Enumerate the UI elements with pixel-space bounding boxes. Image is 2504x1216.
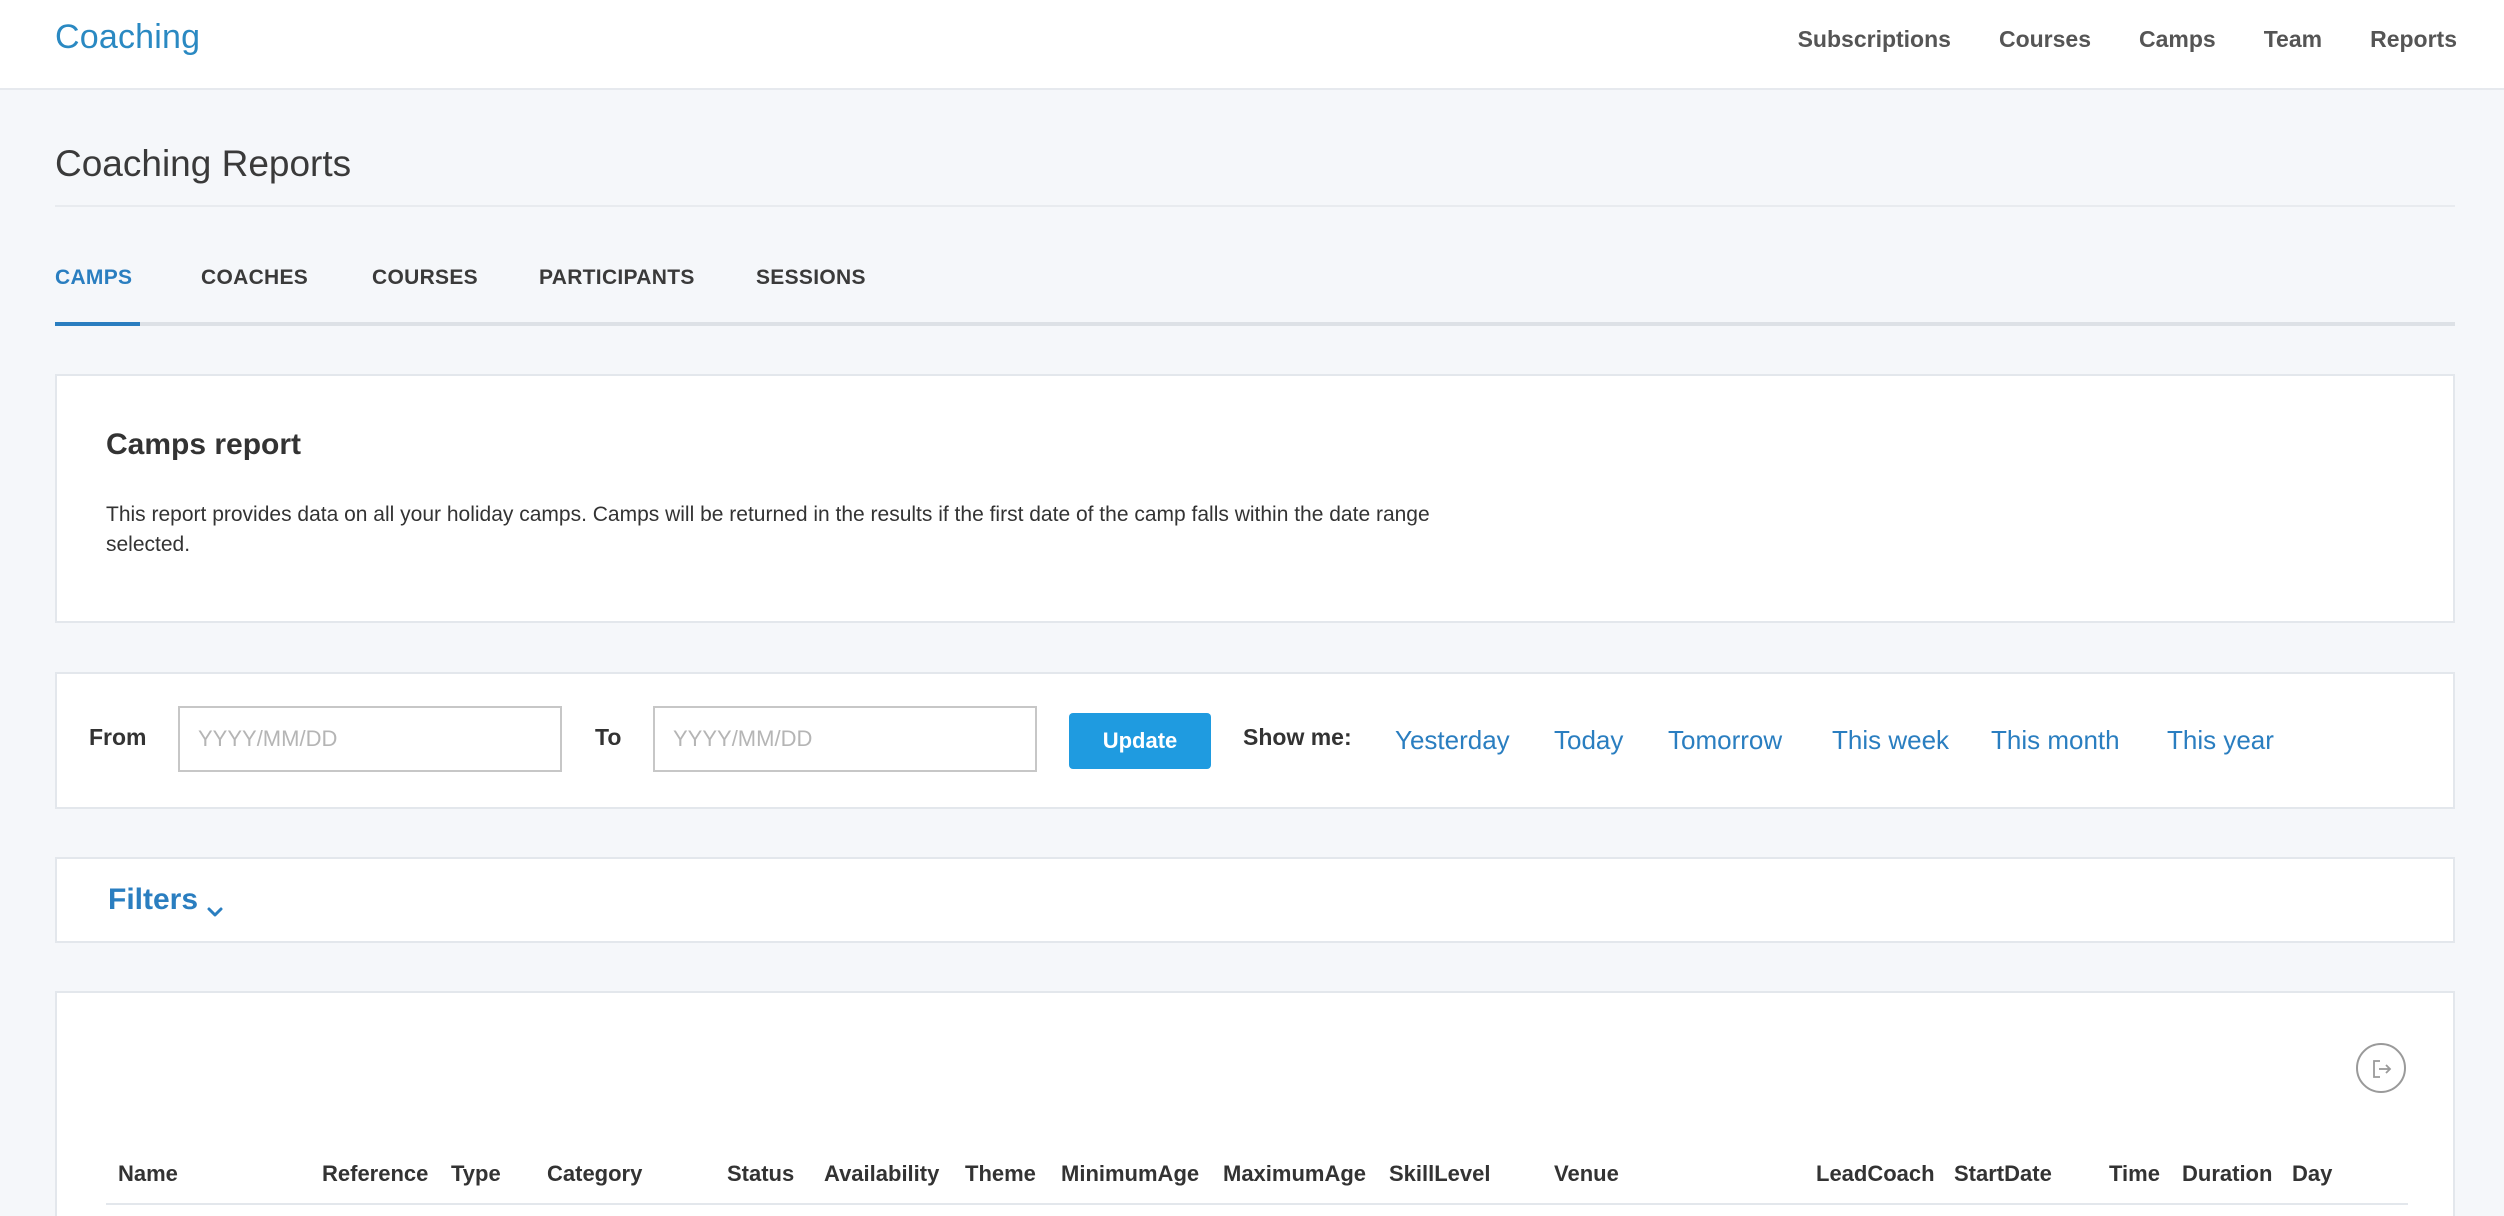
report-info-panel: Camps report This report provides data o…: [55, 374, 2455, 623]
report-description: This report provides data on all your ho…: [106, 503, 1430, 556]
tab-sessions[interactable]: SESSIONS: [756, 266, 866, 319]
nav-reports[interactable]: Reports: [2370, 26, 2457, 53]
column-header-maximum-age[interactable]: MaximumAge: [1223, 1161, 1366, 1187]
column-header-theme[interactable]: Theme: [965, 1161, 1036, 1187]
quick-link-yesterday[interactable]: Yesterday: [1395, 725, 1510, 756]
update-button[interactable]: Update: [1069, 713, 1211, 769]
from-date-input[interactable]: [178, 706, 562, 772]
column-header-category[interactable]: Category: [547, 1161, 642, 1187]
column-header-day[interactable]: Day: [2292, 1161, 2332, 1187]
export-button[interactable]: [2356, 1043, 2406, 1093]
quick-link-this-year[interactable]: This year: [2167, 725, 2274, 756]
column-header-duration[interactable]: Duration: [2182, 1161, 2272, 1187]
to-label: To: [595, 724, 622, 750]
tab-camps[interactable]: CAMPS: [55, 266, 132, 319]
column-header-minimum-age[interactable]: MinimumAge: [1061, 1161, 1199, 1187]
column-header-lead-coach[interactable]: LeadCoach: [1816, 1161, 1935, 1187]
title-divider: [55, 205, 2455, 207]
column-header-availability[interactable]: Availability: [824, 1161, 939, 1187]
quick-link-this-week[interactable]: This week: [1832, 725, 1949, 756]
filters-toggle[interactable]: Filters: [108, 883, 224, 917]
column-header-start-date[interactable]: StartDate: [1954, 1161, 2052, 1187]
nav-team[interactable]: Team: [2264, 26, 2322, 53]
quick-link-this-month[interactable]: This month: [1991, 725, 2120, 756]
tab-coaches[interactable]: COACHES: [201, 266, 308, 319]
quick-link-today[interactable]: Today: [1554, 725, 1623, 756]
column-header-time[interactable]: Time: [2109, 1161, 2160, 1187]
to-date-input[interactable]: [653, 706, 1037, 772]
results-table-panel: Name Reference Type Category Status Avai…: [55, 991, 2455, 1216]
date-range-panel: From To Update Show me: Yesterday Today …: [55, 672, 2455, 809]
from-label: From: [89, 724, 147, 750]
export-icon: [2373, 1060, 2392, 1078]
tab-participants[interactable]: PARTICIPANTS: [539, 266, 695, 319]
column-header-status[interactable]: Status: [727, 1161, 794, 1187]
active-tab-indicator: [55, 322, 140, 326]
column-header-venue[interactable]: Venue: [1554, 1161, 1619, 1187]
nav-courses[interactable]: Courses: [1999, 26, 2091, 53]
page-title: Coaching Reports: [55, 143, 352, 184]
column-header-skill-level[interactable]: SkillLevel: [1389, 1161, 1491, 1187]
report-tabs: CAMPS COACHES COURSES PARTICIPANTS SESSI…: [55, 266, 2455, 326]
quick-link-tomorrow[interactable]: Tomorrow: [1668, 725, 1782, 756]
report-title: Camps report: [106, 428, 302, 461]
nav-camps[interactable]: Camps: [2139, 26, 2216, 53]
column-header-name[interactable]: Name: [118, 1161, 178, 1187]
nav-subscriptions[interactable]: Subscriptions: [1798, 26, 1951, 53]
column-header-type[interactable]: Type: [451, 1161, 501, 1187]
table-header-row: Name Reference Type Category Status Avai…: [106, 1161, 2408, 1205]
main-nav: Subscriptions Courses Camps Team Reports: [1798, 26, 2457, 53]
top-navigation-bar: Coaching Subscriptions Courses Camps Tea…: [0, 0, 2504, 90]
brand-logo[interactable]: Coaching: [55, 18, 200, 57]
filters-label: Filters: [108, 883, 199, 916]
chevron-down-icon: [206, 893, 224, 917]
filters-panel: Filters: [55, 857, 2455, 943]
column-header-reference[interactable]: Reference: [322, 1161, 428, 1187]
show-me-label: Show me:: [1243, 724, 1352, 750]
tab-courses[interactable]: COURSES: [372, 266, 478, 319]
